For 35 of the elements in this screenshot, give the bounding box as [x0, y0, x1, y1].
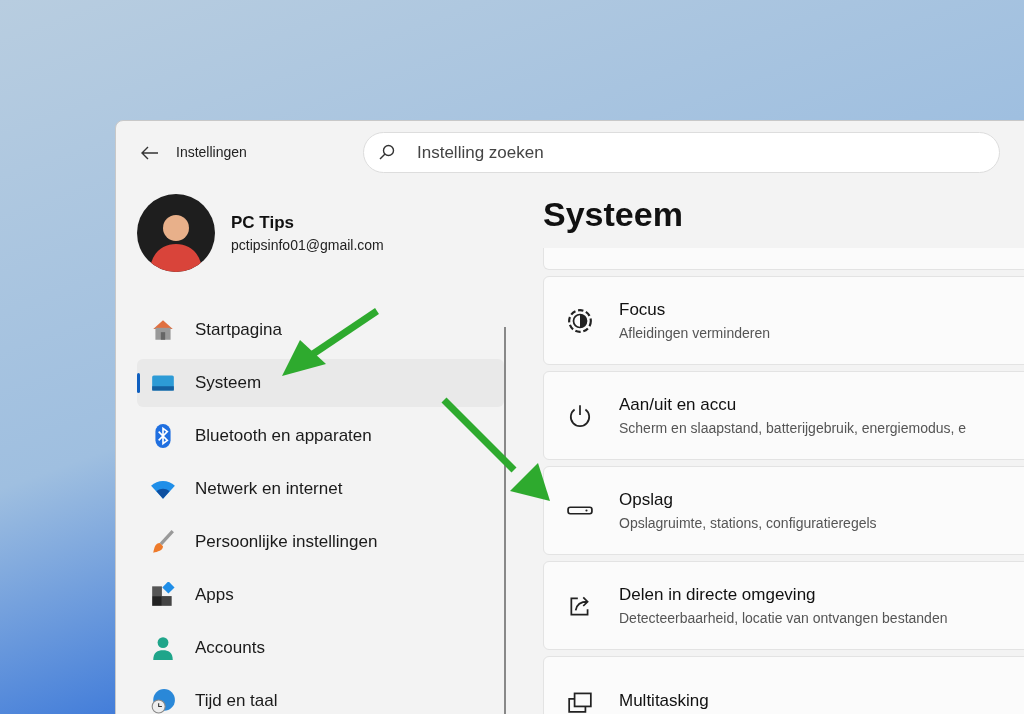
- sidebar-item[interactable]: Tijd en taal: [137, 677, 504, 714]
- back-arrow-icon[interactable]: [141, 145, 159, 160]
- sidebar-item[interactable]: Netwerk en internet: [137, 465, 504, 513]
- settings-card[interactable]: Delen in directe omgeving Detecteerbaarheid, locatie van ontvangen bestanden: [543, 561, 1024, 650]
- card-title: Multitasking: [619, 689, 709, 712]
- person-icon: [150, 635, 176, 661]
- profile-email: pctipsinfo01@gmail.com: [231, 236, 384, 256]
- sidebar-item[interactable]: Persoonlijke instellingen: [137, 518, 504, 566]
- window-title: Instellingen: [176, 143, 248, 162]
- search-field[interactable]: Instelling zoeken: [363, 132, 1000, 173]
- sidebar-item[interactable]: Startpagina: [137, 306, 504, 354]
- settings-card[interactable]: Focus Afleidingen verminderen: [543, 276, 1024, 365]
- focus-icon: [567, 307, 593, 334]
- sidebar-item[interactable]: Systeem: [137, 359, 504, 407]
- card-subtitle: Opslagruimte, stations, configuratieregels: [619, 513, 877, 533]
- sidebar-item[interactable]: Apps: [137, 571, 504, 619]
- card-title: Delen in directe omgeving: [619, 584, 817, 607]
- settings-card[interactable]: Multitasking: [543, 656, 1024, 714]
- card-title: Focus: [619, 299, 667, 322]
- sidebar-item[interactable]: Accounts: [137, 624, 504, 672]
- page-title: Systeem: [543, 194, 684, 235]
- search-icon: [379, 144, 395, 160]
- drive-icon: [567, 506, 593, 515]
- sidebar-item[interactable]: Bluetooth en apparaten: [137, 412, 504, 460]
- card-subtitle: Detecteerbaarheid, locatie van ontvangen bestanden: [619, 608, 948, 628]
- power-icon: [567, 402, 593, 429]
- settings-card[interactable]: Opslag Opslagruimte, stations, configuratieregels: [543, 466, 1024, 555]
- card-subtitle: Afleidingen verminderen: [619, 323, 770, 343]
- card-subtitle: Scherm en slaapstand, batterijgebruik, energiemodus, e: [619, 418, 967, 438]
- profile-name: PC Tips: [231, 211, 295, 234]
- card-title: Opslag: [619, 489, 674, 512]
- paintbrush-icon: [150, 529, 176, 555]
- apps-icon: [150, 582, 176, 608]
- card-title: Aan/uit en accu: [619, 394, 738, 417]
- settings-card[interactable]: Aan/uit en accu Scherm en slaapstand, batterijgebruik, energiemodus, e: [543, 371, 1024, 460]
